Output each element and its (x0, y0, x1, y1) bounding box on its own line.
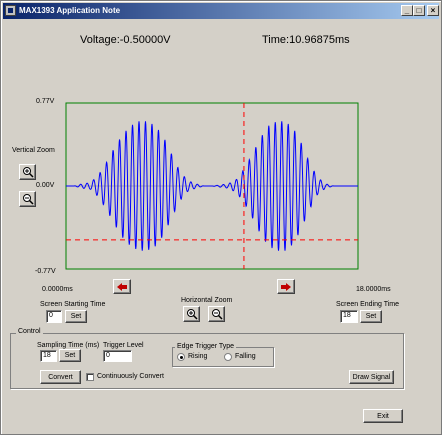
sampling-time-input[interactable]: 18 (40, 350, 57, 362)
screen-start-input[interactable]: 0 (46, 310, 62, 323)
zoom-out-icon (22, 194, 34, 205)
horizontal-zoom-label: Horizontal Zoom (181, 297, 233, 304)
trigger-level-input[interactable]: 0 (103, 350, 132, 362)
scroll-left-button[interactable] (113, 279, 131, 294)
falling-label: Falling (235, 353, 256, 360)
arrow-left-icon (117, 282, 127, 291)
vertical-zoom-in-button[interactable] (19, 164, 36, 180)
sampling-time-label: Sampling Time (ms) (37, 342, 100, 349)
screen-end-input[interactable]: 18 (340, 310, 358, 323)
edge-trigger-title: Edge Trigger Type (175, 343, 237, 350)
vertical-zoom-label: Vertical Zoom (12, 147, 55, 154)
screen-start-label: Screen Starting Time (40, 301, 106, 308)
continuous-convert-label: Continuously Convert (97, 373, 164, 380)
screen-start-set-button[interactable]: Set (65, 310, 87, 323)
draw-signal-button[interactable]: Draw Signal (349, 370, 394, 384)
arrow-right-icon (281, 282, 291, 291)
y-min-label: -0.77V (35, 268, 56, 275)
y-max-label: 0.77V (36, 98, 55, 105)
vertical-zoom-out-button[interactable] (19, 191, 36, 207)
continuous-convert-checkbox[interactable] (86, 373, 94, 381)
zoom-in-icon (186, 309, 198, 320)
convert-button[interactable]: Convert (40, 370, 81, 384)
horizontal-zoom-out-button[interactable] (208, 306, 225, 322)
rising-label: Rising (188, 353, 208, 360)
falling-radio[interactable] (224, 353, 232, 361)
zoom-in-icon (22, 167, 34, 178)
screen-end-label: Screen Ending Time (336, 301, 400, 308)
x-start-label: 0.0000ms (42, 286, 73, 293)
x-end-label: 18.0000ms (356, 286, 391, 293)
scroll-right-button[interactable] (277, 279, 295, 294)
zoom-out-icon (211, 309, 223, 320)
trigger-level-label: Trigger Level (103, 342, 144, 349)
y-mid-label: 0.00V (36, 182, 55, 189)
sampling-time-set-button[interactable]: Set (59, 349, 81, 362)
screen-end-set-button[interactable]: Set (360, 310, 382, 323)
exit-button[interactable]: Exit (363, 409, 403, 423)
control-group-title: Control (16, 328, 43, 335)
rising-radio[interactable] (177, 353, 185, 361)
horizontal-zoom-in-button[interactable] (183, 306, 200, 322)
